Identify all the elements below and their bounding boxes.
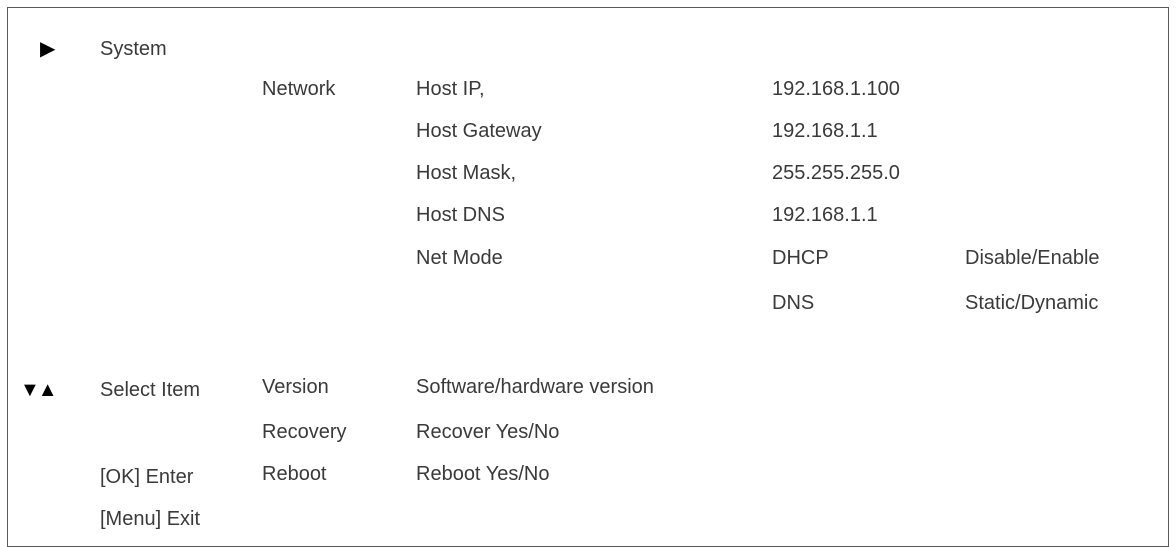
select-item-label: Select Item [100, 379, 201, 401]
setting-name-host-ip: Host IP, [416, 78, 485, 100]
net-mode-value-dns: Static/Dynamic [965, 292, 1099, 314]
net-mode-option-dns: DNS [772, 292, 815, 314]
setting-value-host-ip: 192.168.1.100 [772, 78, 900, 100]
setting-value-host-gateway: 192.168.1.1 [772, 120, 878, 142]
down-up-arrows-icon: ▼▲ [20, 379, 58, 401]
network-label: Network [262, 78, 336, 100]
setting-name-host-mask: Host Mask, [416, 162, 517, 184]
net-mode-option-dhcp: DHCP [772, 247, 829, 269]
play-arrow-icon: ▶ [40, 38, 56, 60]
reboot-value: Reboot Yes/No [416, 463, 550, 485]
version-value: Software/hardware version [416, 376, 654, 398]
version-label: Version [262, 376, 329, 398]
net-mode-value-dhcp: Disable/Enable [965, 247, 1100, 269]
ok-enter-hint: [OK] Enter [100, 466, 194, 488]
menu-frame: ▶ System Network Host IP, 192.168.1.100 … [7, 7, 1169, 547]
setting-value-host-dns: 192.168.1.1 [772, 204, 878, 226]
setting-name-net-mode: Net Mode [416, 247, 503, 269]
menu-exit-hint: [Menu] Exit [100, 508, 201, 530]
setting-value-host-mask: 255.255.255.0 [772, 162, 900, 184]
recovery-value: Recover Yes/No [416, 421, 560, 443]
setting-name-host-gateway: Host Gateway [416, 120, 542, 142]
reboot-label: Reboot [262, 463, 327, 485]
setting-name-host-dns: Host DNS [416, 204, 505, 226]
recovery-label: Recovery [262, 421, 347, 443]
system-label: System [100, 38, 167, 60]
